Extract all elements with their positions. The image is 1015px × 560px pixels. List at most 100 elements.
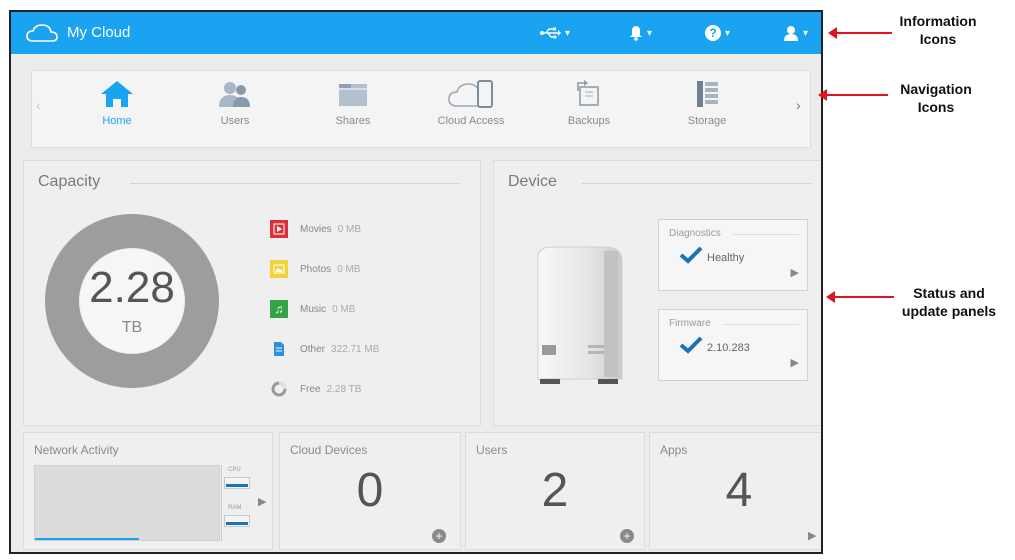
legend-movies: Movies 0 MB <box>270 219 361 239</box>
apps-arrow-icon[interactable]: ▶ <box>808 529 816 542</box>
network-activity-title: Network Activity <box>34 443 119 457</box>
capacity-title: Capacity <box>38 173 101 190</box>
legend-photos-name: Photos <box>300 263 332 275</box>
add-cloud-device-icon[interactable]: + <box>432 529 446 543</box>
firmware-arrow-icon: ▶ <box>790 357 799 369</box>
legend-movies-value: 0 MB <box>337 223 362 235</box>
legend-music: ♫ Music 0 MB <box>270 299 355 319</box>
diagnostics-rule <box>733 234 799 235</box>
alerts-menu[interactable]: ▾ <box>629 20 652 46</box>
nav-right-arrow[interactable]: › <box>796 97 801 113</box>
cloud-device-icon <box>448 80 493 108</box>
legend-music-name: Music <box>300 303 327 315</box>
movie-icon <box>270 220 288 238</box>
usb-icon <box>540 27 561 39</box>
check-icon <box>679 246 703 264</box>
cpu-meter <box>224 477 250 489</box>
apps-tile-title: Apps <box>660 443 688 457</box>
legend-photos-value: 0 MB <box>337 263 361 275</box>
navigation-bar: ‹ Home Users Shares Cloud Access Backups… <box>31 70 811 148</box>
nav-label-cloud-access: Cloud Access <box>437 115 505 127</box>
diagnostics-arrow-icon: ▶ <box>790 267 799 279</box>
firmware-rule <box>723 324 799 325</box>
nav-label-storage: Storage <box>687 115 727 127</box>
capacity-unit: TB <box>121 319 143 336</box>
apps-count: 4 <box>725 464 753 517</box>
nav-label-backups: Backups <box>567 115 611 127</box>
user-caret: ▾ <box>803 27 809 39</box>
check-icon <box>679 336 703 354</box>
network-arrow-icon[interactable]: ▶ <box>258 495 266 508</box>
nas-device-image <box>537 246 623 384</box>
device-title: Device <box>508 173 557 190</box>
document-icon <box>270 340 288 358</box>
top-bar: My Cloud ▾ ▾ ? ▾ ▾ <box>11 12 821 54</box>
users-tile[interactable]: Users 2 + <box>465 432 645 550</box>
device-panel: Device Diagnostics Healthy ▶ Firmware 2.… <box>493 160 821 426</box>
photo-icon <box>270 260 288 278</box>
network-activity-tile[interactable]: Network Activity CPU RAM ▶ <box>23 432 273 550</box>
diagnostics-card[interactable]: Diagnostics Healthy ▶ <box>658 219 808 291</box>
legend-free: Free 2.28 TB <box>270 379 361 399</box>
usb-caret: ▾ <box>565 27 571 39</box>
user-menu[interactable]: ▾ <box>783 20 808 46</box>
info-annotation-label: Information Icons <box>899 13 977 47</box>
device-title-rule <box>582 183 812 184</box>
app-window: My Cloud ▾ ▾ ? ▾ ▾ ‹ Home Users Shares C… <box>9 10 823 554</box>
network-graph <box>34 465 220 541</box>
nav-label-users: Users <box>220 115 250 127</box>
help-icon: ? <box>705 25 721 41</box>
legend-free-value: 2.28 TB <box>326 383 362 395</box>
cpu-meter-fill <box>226 484 248 487</box>
cloud-devices-title: Cloud Devices <box>290 443 368 457</box>
legend-other: Other 322.71 MB <box>270 339 379 359</box>
app-title: My Cloud <box>67 24 131 41</box>
nav-label-home: Home <box>102 115 132 127</box>
cloud-devices-tile[interactable]: Cloud Devices 0 + <box>279 432 461 550</box>
diagnostics-title: Diagnostics <box>669 228 721 239</box>
status-annotation-label: Status and update panels <box>901 285 997 319</box>
legend-free-name: Free <box>300 383 321 395</box>
capacity-title-rule <box>130 183 460 184</box>
meter-divider <box>221 465 222 541</box>
home-icon <box>101 81 133 107</box>
apps-tile[interactable]: Apps 4 ▶ <box>649 432 821 550</box>
firmware-value: 2.10.283 <box>707 342 750 354</box>
diagnostics-value: Healthy <box>707 252 745 264</box>
nav-annotation-arrow <box>818 89 888 101</box>
nav-item-backups[interactable]: Backups <box>534 77 644 141</box>
free-space-icon <box>270 380 288 398</box>
user-icon <box>784 26 798 41</box>
firmware-card[interactable]: Firmware 2.10.283 ▶ <box>658 309 808 381</box>
users-icon <box>219 82 250 107</box>
capacity-total: 2.28 <box>89 263 175 312</box>
nav-label-shares: Shares <box>335 115 371 127</box>
usb-menu[interactable]: ▾ <box>539 20 570 46</box>
cloud-logo-icon <box>26 24 58 42</box>
ram-label: RAM <box>228 505 242 511</box>
legend-other-name: Other <box>300 343 326 355</box>
nav-item-shares[interactable]: Shares <box>298 77 408 141</box>
bell-icon <box>630 26 642 41</box>
capacity-donut: 2.28 TB <box>44 213 220 389</box>
cloud-devices-count: 0 <box>356 464 384 517</box>
nav-item-cloud-access[interactable]: Cloud Access <box>416 77 526 141</box>
help-caret: ▾ <box>725 27 731 39</box>
nav-left-arrow[interactable]: ‹ <box>36 97 41 113</box>
legend-movies-name: Movies <box>300 223 332 235</box>
info-annotation-arrow <box>828 27 892 39</box>
music-icon: ♫ <box>270 300 288 318</box>
network-graph-line <box>35 538 139 540</box>
nav-item-storage[interactable]: Storage <box>652 77 762 141</box>
cpu-label: CPU <box>228 467 241 473</box>
nav-item-home[interactable]: Home <box>62 77 172 141</box>
folder-icon <box>339 84 367 106</box>
firmware-title: Firmware <box>669 318 711 329</box>
nav-item-users[interactable]: Users <box>180 77 290 141</box>
add-user-icon[interactable]: + <box>620 529 634 543</box>
legend-photos: Photos 0 MB <box>270 259 360 279</box>
help-menu[interactable]: ? ▾ <box>705 20 730 46</box>
bell-caret: ▾ <box>647 27 653 39</box>
status-annotation-arrow <box>826 291 894 303</box>
legend-other-value: 322.71 MB <box>331 343 380 355</box>
